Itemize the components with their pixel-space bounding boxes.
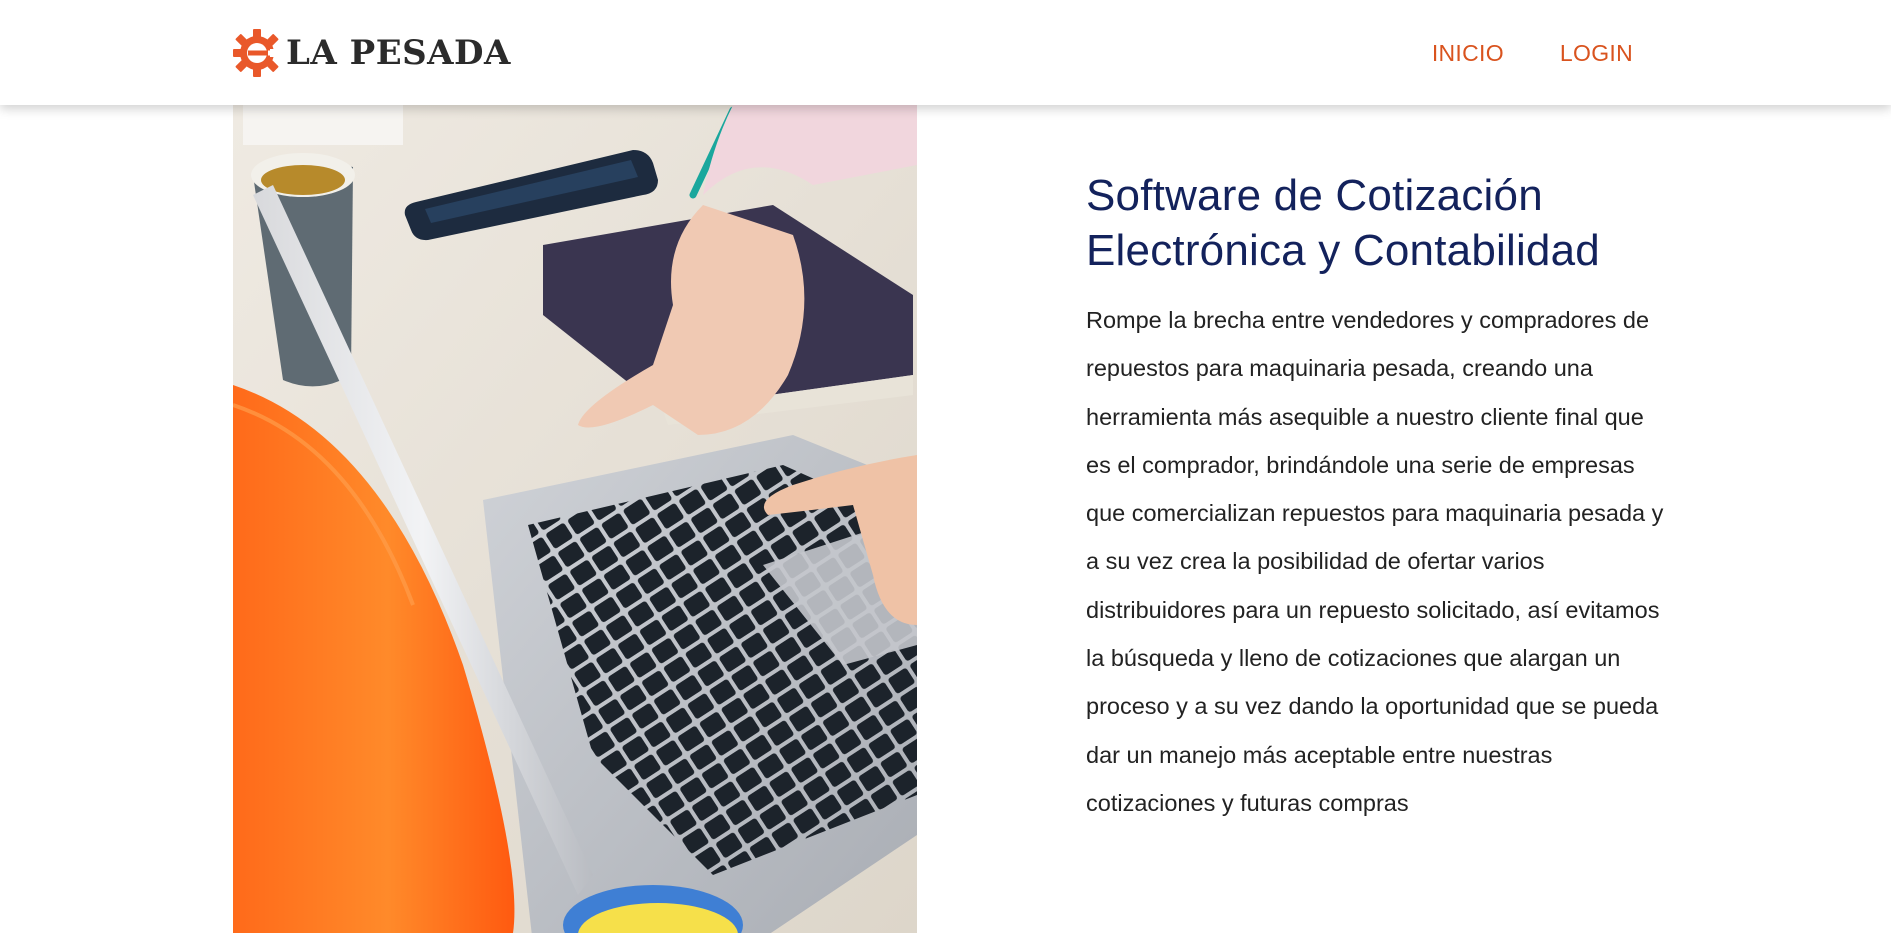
gear-e-logo-icon bbox=[232, 28, 284, 78]
main-nav: INICIO LOGIN bbox=[1432, 36, 1633, 70]
nav-inicio-link[interactable]: INICIO bbox=[1432, 36, 1504, 70]
hero-description: Rompe la brecha entre vendedores y compr… bbox=[1086, 307, 1664, 816]
nav-login-link[interactable]: LOGIN bbox=[1560, 36, 1633, 70]
laptop-workspace-photo-icon bbox=[233, 105, 917, 933]
page-title: Software de Cotización Electrónica y Con… bbox=[1086, 171, 1600, 275]
top-navbar: LA PESADA INICIO LOGIN bbox=[0, 0, 1891, 105]
brand-home-link[interactable]: LA PESADA bbox=[232, 28, 511, 78]
hero-photo bbox=[233, 105, 917, 933]
brand-name: LA PESADA bbox=[286, 33, 511, 73]
hero-content: Software de Cotización Electrónica y Con… bbox=[1086, 168, 1686, 827]
